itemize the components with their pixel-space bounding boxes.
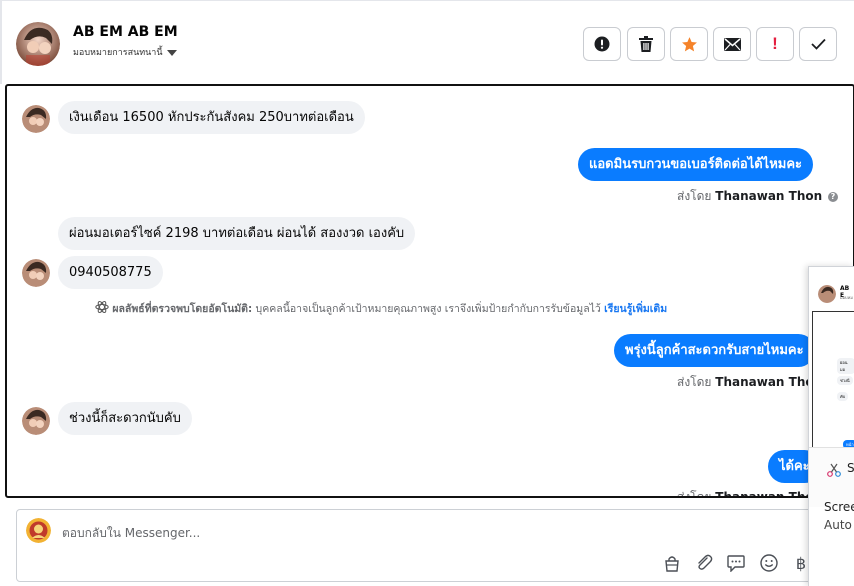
sent-by-prefix: ส่งโดย xyxy=(677,189,712,203)
screenshot-subtitle: Auto xyxy=(824,518,852,532)
preview-avatar xyxy=(818,285,836,303)
star-button[interactable] xyxy=(670,27,708,61)
sender-avatar xyxy=(22,105,50,133)
sent-by-prefix: ส่งโดย xyxy=(677,375,712,389)
sent-by-prefix: ส่งโดย xyxy=(677,490,712,498)
message-thread[interactable]: เงินเดือน 16500 หักประกันสังคม 250บาทต่อ… xyxy=(5,84,854,498)
incoming-message[interactable]: 0940508775 xyxy=(58,256,163,289)
check-icon xyxy=(810,38,826,50)
screenshot-preview-popup[interactable]: AB E มอบหม ผ่อนมอ ช่วงนี คับ หน้า S Scre… xyxy=(808,266,854,586)
auto-detect-notice: ผลลัพธ์ที่ตรวจพบโดยอัตโนมัติ: บุคคลนี้อา… xyxy=(95,300,667,317)
assign-label: มอบหมายการสนทนานี้ xyxy=(73,48,163,58)
sent-by-label: ส่งโดย Thanawan Thon xyxy=(677,488,822,498)
delete-button[interactable] xyxy=(627,27,665,61)
atom-icon xyxy=(95,300,109,314)
shopping-bag-icon xyxy=(665,555,679,572)
saved-replies-button[interactable] xyxy=(726,553,746,573)
snip-tool-bar xyxy=(809,447,854,507)
email-button[interactable] xyxy=(713,27,751,61)
preview-bubble: คับ xyxy=(837,392,849,401)
reply-input[interactable]: ตอบกลับใน Messenger... xyxy=(62,524,200,543)
envelope-icon xyxy=(723,37,741,51)
sender-name[interactable]: Thanawan Thon xyxy=(715,375,822,389)
attach-button[interactable] xyxy=(694,553,714,573)
page-avatar xyxy=(26,518,51,543)
help-icon[interactable]: ? xyxy=(828,191,838,202)
contact-name[interactable]: AB EM AB EM xyxy=(73,24,178,40)
auto-detect-body: บุคคลนี้อาจเป็นลูกค้าเป้าหมายคุณภาพสูง เ… xyxy=(255,303,601,315)
sender-name[interactable]: Thanawan Thon xyxy=(715,490,822,496)
baht-icon: ฿ xyxy=(795,553,807,573)
sender-name[interactable]: Thanawan Thon xyxy=(715,189,822,203)
assign-conversation-dropdown[interactable]: มอบหมายการสนทนานี้ xyxy=(73,45,177,59)
outgoing-message[interactable]: พรุ่งนี้ลูกค้าสะดวกรับสายไหมคะ xyxy=(614,334,815,367)
preview-thread: ผ่อนมอ ช่วงนี คับ หน้า xyxy=(812,311,854,461)
sender-avatar xyxy=(22,259,50,287)
preview-bubble: ผ่อนมอ xyxy=(837,358,854,374)
incoming-message[interactable]: ผ่อนมอเตอร์ไซค์ 2198 บาทต่อเดือน ผ่อนได้… xyxy=(58,217,416,250)
trash-icon xyxy=(639,36,653,52)
learn-more-link[interactable]: เรียนรู้เพิ่มเติม xyxy=(604,303,667,315)
exclamation-circle-icon xyxy=(594,36,610,52)
paperclip-icon xyxy=(698,554,713,570)
sent-by-label: ส่งโดย Thanawan Thon xyxy=(677,373,822,392)
mark-important-button[interactable] xyxy=(583,27,621,61)
spam-icon: ! xyxy=(772,34,778,53)
left-divider xyxy=(0,0,2,84)
sent-by-label: ส่งโดย Thanawan Thon ? xyxy=(677,187,838,206)
incoming-message[interactable]: ช่วงนี้ก็สะดวกนับคับ xyxy=(58,402,192,435)
caret-down-icon xyxy=(166,49,177,56)
inbox-conversation-page: AB EM AB EM มอบหมายการสนทนานี้ ! เงินเดื… xyxy=(0,0,854,586)
scissors-icon[interactable] xyxy=(827,463,841,477)
star-icon xyxy=(681,36,697,51)
smiley-icon xyxy=(760,554,778,572)
chat-bubble-icon xyxy=(727,554,745,572)
spam-button[interactable]: ! xyxy=(756,27,794,61)
preview-subtitle: มอบหม xyxy=(840,295,853,300)
incoming-message[interactable]: เงินเดือน 16500 หักประกันสังคม 250บาทต่อ… xyxy=(58,101,365,134)
conversation-header: AB EM AB EM มอบหมายการสนทนานี้ ! xyxy=(0,0,854,84)
emoji-button[interactable] xyxy=(759,553,779,573)
top-divider xyxy=(0,0,854,1)
mark-done-button[interactable] xyxy=(799,27,837,61)
auto-detect-title: ผลลัพธ์ที่ตรวจพบโดยอัตโนมัติ: xyxy=(112,303,253,315)
contact-avatar[interactable] xyxy=(16,22,60,66)
screenshot-title: Scree xyxy=(824,500,854,514)
shop-button[interactable] xyxy=(662,553,682,573)
preview-bubble: ช่วงนี xyxy=(837,376,853,385)
sender-avatar xyxy=(22,407,50,435)
snip-label: S xyxy=(847,461,854,475)
reply-composer[interactable]: ตอบกลับใน Messenger... ฿ xyxy=(16,509,848,582)
outgoing-message[interactable]: แอดมินรบกวนขอเบอร์ติดต่อได้ไหมคะ xyxy=(578,148,814,181)
